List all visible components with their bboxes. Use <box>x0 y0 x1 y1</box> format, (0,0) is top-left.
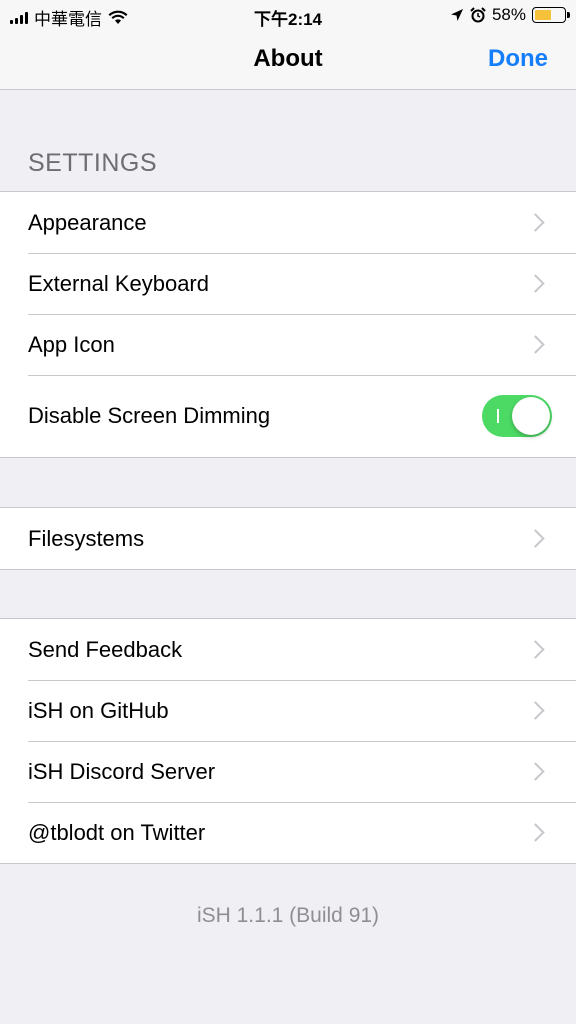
github-label: iSH on GitHub <box>28 697 169 723</box>
version-footer: iSH 1.1.1 (Build 91) <box>196 904 380 927</box>
location-icon <box>450 9 463 21</box>
settings-section-header: SETTINGS <box>28 149 158 177</box>
discord-label: iSH Discord Server <box>28 758 216 784</box>
status-bar: 中華電信 下午2:14 58% <box>0 0 576 30</box>
github-row[interactable]: iSH on GitHub <box>0 680 576 741</box>
appearance-label: Appearance <box>28 209 147 235</box>
chevron-right-icon <box>526 823 545 842</box>
twitter-row[interactable]: @tblodt on Twitter <box>0 802 576 863</box>
status-right: 58% <box>450 5 570 25</box>
disable-screen-dimming-row: Disable Screen Dimming <box>0 375 576 457</box>
settings-group: Appearance External Keyboard App Icon Di… <box>0 191 576 458</box>
battery-percent: 58% <box>491 5 526 24</box>
filesystems-row[interactable]: Filesystems <box>0 508 576 569</box>
disable-screen-dimming-toggle[interactable] <box>482 395 552 437</box>
battery-icon <box>532 7 570 23</box>
toggle-knob <box>512 397 550 435</box>
toggle-on-mark <box>497 409 499 423</box>
appearance-row[interactable]: Appearance <box>0 192 576 253</box>
storage-group: Filesystems <box>0 507 576 570</box>
discord-row[interactable]: iSH Discord Server <box>0 741 576 802</box>
chevron-right-icon <box>526 640 545 659</box>
battery-level <box>535 10 552 20</box>
nav-bar: About Done <box>0 30 576 90</box>
alarm-icon <box>470 7 486 23</box>
app-icon-label: App Icon <box>28 331 115 357</box>
send-feedback-label: Send Feedback <box>28 636 183 662</box>
chevron-right-icon <box>526 701 545 720</box>
external-keyboard-label: External Keyboard <box>28 270 209 296</box>
filesystems-label: Filesystems <box>28 525 145 551</box>
chevron-right-icon <box>526 213 545 232</box>
done-button[interactable]: Done <box>488 45 548 73</box>
twitter-label: @tblodt on Twitter <box>28 819 206 845</box>
chevron-right-icon <box>526 762 545 781</box>
chevron-right-icon <box>526 529 545 548</box>
links-group: Send Feedback iSH on GitHub iSH Discord … <box>0 618 576 864</box>
chevron-right-icon <box>526 274 545 293</box>
external-keyboard-row[interactable]: External Keyboard <box>0 253 576 314</box>
app-icon-row[interactable]: App Icon <box>0 314 576 375</box>
send-feedback-row[interactable]: Send Feedback <box>0 619 576 680</box>
disable-screen-dimming-label: Disable Screen Dimming <box>28 403 271 428</box>
chevron-right-icon <box>526 335 545 354</box>
